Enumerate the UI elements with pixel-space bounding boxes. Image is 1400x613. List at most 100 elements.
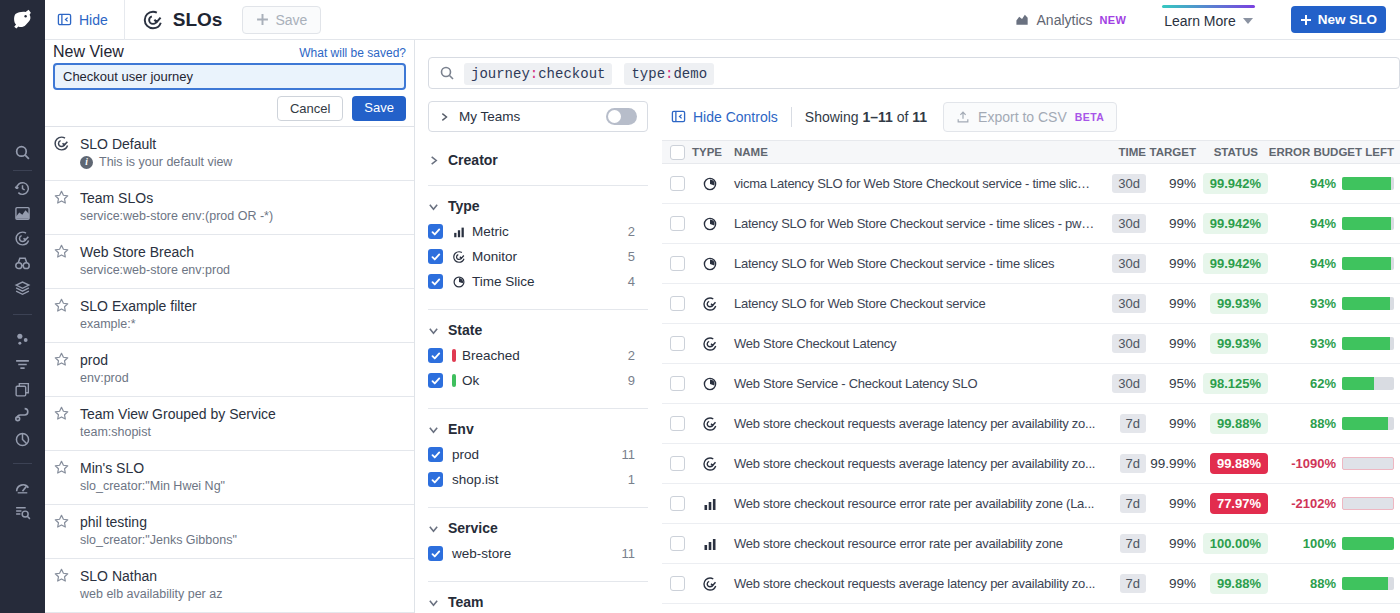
row-checkbox[interactable] [670, 416, 685, 431]
checkbox-checked[interactable] [428, 546, 443, 561]
processes-icon[interactable] [0, 327, 45, 352]
saved-view-item[interactable]: SLO Example filterexample:* [45, 289, 414, 343]
slo-name[interactable]: Web store checkout requests average late… [728, 576, 1100, 591]
row-checkbox[interactable] [670, 456, 685, 471]
new-slo-button[interactable]: New SLO [1291, 6, 1386, 33]
star-icon[interactable] [53, 459, 70, 476]
dashboards-icon[interactable] [0, 201, 45, 226]
facet-header-state[interactable]: State [428, 310, 648, 343]
facet-item[interactable]: Metric2 [428, 219, 648, 244]
checkbox-checked[interactable] [428, 447, 443, 462]
table-row[interactable]: Latency SLO for Web Store Checkout servi… [662, 204, 1400, 244]
table-row[interactable]: Web store checkout requests average late… [662, 404, 1400, 444]
service-link-icon[interactable] [0, 402, 45, 427]
slo-target-icon[interactable] [0, 226, 45, 251]
search-token[interactable]: journey:checkout [464, 63, 612, 85]
saved-view-item[interactable]: Min's SLOslo_creator:"Min Hwei Ng" [45, 451, 414, 505]
slo-name[interactable]: Web store checkout requests average late… [728, 416, 1100, 431]
table-row[interactable]: Latency SLO for Web Store Checkout servi… [662, 244, 1400, 284]
checkbox-checked[interactable] [428, 224, 443, 239]
facet-item[interactable]: Time Slice4 [428, 269, 648, 294]
facet-item[interactable]: Monitor5 [428, 244, 648, 269]
save-view-button[interactable]: Save [242, 6, 321, 34]
facet-item[interactable]: Breached2 [428, 343, 648, 368]
facet-item[interactable]: prod11 [428, 442, 648, 467]
table-row[interactable]: Web Store Service - Checkout Latency SLO… [662, 364, 1400, 404]
table-row[interactable]: Web store checkout resource error rate p… [662, 484, 1400, 524]
what-will-be-saved-link[interactable]: What will be saved? [299, 46, 406, 60]
checkbox-checked[interactable] [428, 249, 443, 264]
col-error-budget[interactable]: ERROR BUDGET LEFT [1268, 146, 1400, 158]
slo-name[interactable]: Web store checkout requests average late… [728, 456, 1100, 471]
analytics-link[interactable]: Analytics NEW [1015, 12, 1127, 28]
facet-item[interactable]: shop.ist1 [428, 467, 648, 492]
hide-panel-button[interactable]: Hide [57, 12, 108, 28]
select-all-checkbox[interactable] [670, 145, 685, 160]
slo-name[interactable]: Latency SLO for Web Store Checkout servi… [728, 296, 1100, 311]
view-name-input[interactable]: Checkout user journey [53, 63, 406, 90]
star-icon[interactable] [53, 567, 70, 584]
windows-icon[interactable] [0, 377, 45, 402]
log-search-icon[interactable] [0, 500, 45, 525]
checkbox-checked[interactable] [428, 373, 443, 388]
facet-header-creator[interactable]: Creator [428, 140, 648, 173]
row-checkbox[interactable] [670, 376, 685, 391]
table-row[interactable]: Web store checkout requests average late… [662, 564, 1400, 604]
row-checkbox[interactable] [670, 336, 685, 351]
checkbox-checked[interactable] [428, 274, 443, 289]
row-checkbox[interactable] [670, 496, 685, 511]
checkbox-checked[interactable] [428, 348, 443, 363]
star-icon[interactable] [53, 297, 70, 314]
star-icon[interactable] [53, 513, 70, 530]
star-icon[interactable] [53, 243, 70, 260]
slo-name[interactable]: Latency SLO for Web Store Checkout servi… [728, 256, 1100, 271]
saved-view-item[interactable]: Team View Grouped by Serviceteam:shopist [45, 397, 414, 451]
col-time[interactable]: TIME [1100, 146, 1146, 158]
table-row[interactable]: Latency SLO for Web Store Checkout servi… [662, 284, 1400, 324]
col-type[interactable]: TYPE [692, 146, 728, 158]
cancel-button[interactable]: Cancel [277, 96, 343, 121]
facet-header-service[interactable]: Service [428, 508, 648, 541]
table-row[interactable]: Web store checkout resource error rate p… [662, 524, 1400, 564]
hide-controls-button[interactable]: Hide Controls [671, 109, 778, 125]
slo-name[interactable]: vicma Latency SLO for Web Store Checkout… [728, 176, 1100, 191]
facet-item[interactable]: Ok9 [428, 368, 648, 393]
row-checkbox[interactable] [670, 256, 685, 271]
export-csv-button[interactable]: Export to CSV BETA [943, 102, 1117, 132]
saved-view-item[interactable]: SLO DefaultiThis is your default view [45, 127, 414, 181]
table-row[interactable]: Web Store Checkout Latency30d99%99.93%93… [662, 324, 1400, 364]
col-target[interactable]: TARGET [1146, 146, 1196, 158]
table-row[interactable]: Web store checkout requests average late… [662, 444, 1400, 484]
facet-item[interactable]: web-store11 [428, 541, 648, 566]
notebooks-icon[interactable] [0, 276, 45, 301]
slo-name[interactable]: Web Store Service - Checkout Latency SLO [728, 376, 1100, 391]
slo-name[interactable]: Web store checkout resource error rate p… [728, 496, 1100, 511]
search-input[interactable]: journey:checkout type:demo [428, 57, 1400, 89]
row-checkbox[interactable] [670, 536, 685, 551]
star-icon[interactable] [53, 351, 70, 368]
search-token[interactable]: type:demo [624, 63, 714, 85]
saved-view-item[interactable]: Web Store Breachservice:web-store env:pr… [45, 235, 414, 289]
facet-header-team[interactable]: Team [428, 582, 648, 613]
col-status[interactable]: STATUS [1196, 146, 1268, 158]
saved-view-item[interactable]: phil testingslo_creator:"Jenks Gibbons" [45, 505, 414, 559]
checkbox-checked[interactable] [428, 472, 443, 487]
slo-name[interactable]: Latency SLO for Web Store Checkout servi… [728, 216, 1100, 231]
slo-target-icon[interactable] [53, 135, 70, 152]
facet-header-type[interactable]: Type [428, 186, 648, 219]
slo-name[interactable]: Web Store Checkout Latency [728, 336, 1100, 351]
usage-icon[interactable] [0, 427, 45, 452]
my-teams-panel[interactable]: My Teams [428, 101, 648, 132]
history-icon[interactable] [0, 176, 45, 201]
star-icon[interactable] [53, 189, 70, 206]
saved-view-item[interactable]: prodenv:prod [45, 343, 414, 397]
traces-icon[interactable] [0, 352, 45, 377]
slo-name[interactable]: Web store checkout resource error rate p… [728, 536, 1100, 551]
saved-view-item[interactable]: SLO Nathanweb elb availability per az [45, 559, 414, 613]
col-name[interactable]: NAME [728, 146, 1100, 158]
row-checkbox[interactable] [670, 296, 685, 311]
save-button[interactable]: Save [352, 96, 406, 121]
star-icon[interactable] [53, 405, 70, 422]
row-checkbox[interactable] [670, 216, 685, 231]
facet-header-env[interactable]: Env [428, 409, 648, 442]
